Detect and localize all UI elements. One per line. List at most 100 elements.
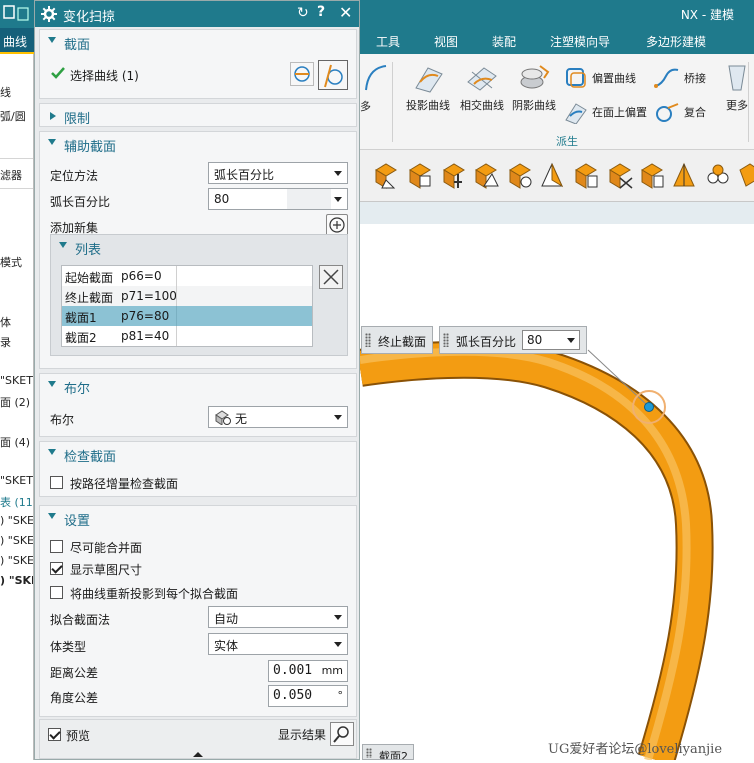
delete-button[interactable] bbox=[319, 265, 343, 289]
reproject-curves-checkbox[interactable] bbox=[50, 586, 63, 599]
nav-item[interactable]: 模式 bbox=[0, 254, 22, 270]
menu-view[interactable]: 视图 bbox=[434, 33, 458, 50]
list-item[interactable]: 起始截面 p66=0 bbox=[62, 266, 312, 286]
boolean-select[interactable]: 无 bbox=[208, 406, 348, 428]
nav-item[interactable]: 表 (11) bbox=[0, 494, 33, 510]
body-type-select[interactable]: 实体 bbox=[208, 633, 348, 655]
on-screen-handle: 终止截面 弧长百分比 80 bbox=[361, 326, 589, 354]
show-sketch-dims-checkbox[interactable] bbox=[50, 562, 63, 575]
reverse-direction-button[interactable] bbox=[290, 62, 314, 86]
intersect-curve-button[interactable]: 相交曲线 bbox=[456, 62, 508, 113]
nav-item[interactable]: ) "SKE bbox=[0, 514, 33, 527]
aux-section-header[interactable]: 辅助截面 bbox=[40, 132, 356, 156]
nav-item[interactable]: "SKET bbox=[0, 474, 33, 487]
toolbar-icon-11[interactable] bbox=[704, 160, 732, 190]
ribbon-group-derived: 派生 bbox=[556, 135, 578, 148]
nav-item[interactable]: ) "SKE bbox=[0, 534, 33, 547]
reset-icon[interactable]: ↻ bbox=[297, 5, 309, 21]
show-result-button[interactable] bbox=[330, 722, 354, 746]
toolbar-icon-10[interactable] bbox=[670, 160, 698, 190]
close-icon[interactable]: ✕ bbox=[339, 3, 352, 22]
check-section-header[interactable]: 检查截面 bbox=[40, 442, 356, 466]
section-header[interactable]: 截面 bbox=[40, 30, 356, 54]
curve-selection-button[interactable] bbox=[318, 60, 348, 90]
arc-pct-label: 弧长百分比 bbox=[50, 195, 111, 209]
help-icon[interactable]: ? bbox=[317, 4, 325, 20]
fit-method-select[interactable]: 自动 bbox=[208, 606, 348, 628]
bridge-curve-button[interactable]: 桥接 bbox=[654, 66, 706, 90]
gear-icon[interactable] bbox=[41, 6, 57, 22]
list-item[interactable]: 终止截面 p71=100 bbox=[62, 286, 312, 306]
check-section-panel: 检查截面 按路径增量检查截面 bbox=[39, 441, 357, 497]
distance-tolerance-input[interactable]: 0.001 mm bbox=[268, 660, 348, 682]
angle-tolerance-input[interactable]: 0.050 ° bbox=[268, 685, 348, 707]
select-curve-label[interactable]: 选择曲线 (1) bbox=[70, 67, 139, 84]
offset-on-face-button[interactable]: 在面上偏置 bbox=[564, 100, 647, 124]
ribbon-more-button[interactable]: 更多 bbox=[722, 62, 752, 113]
arc-pct-input[interactable]: 80 bbox=[208, 188, 348, 210]
boolean-header[interactable]: 布尔 bbox=[40, 374, 356, 398]
quick-access-icons[interactable] bbox=[0, 0, 34, 28]
menu-mold-wizard[interactable]: 注塑模向导 bbox=[550, 33, 610, 50]
boolean-label: 布尔 bbox=[50, 413, 75, 427]
nav-item[interactable]: 体 bbox=[0, 314, 11, 330]
nav-item[interactable]: 线 bbox=[0, 84, 11, 100]
list-item-selected[interactable]: 截面1 p76=80 bbox=[62, 306, 312, 326]
locate-method-select[interactable]: 弧长百分比 bbox=[208, 162, 348, 184]
nav-item[interactable]: 滤器 bbox=[0, 167, 22, 183]
toolbar-icon-8[interactable] bbox=[606, 160, 634, 190]
boolean-panel: 布尔 布尔 无 bbox=[39, 373, 357, 437]
nav-item[interactable]: "SKET bbox=[0, 374, 33, 387]
toolbar-icon-3[interactable] bbox=[440, 160, 468, 190]
ribbon-more-left[interactable]: 多 bbox=[360, 98, 371, 114]
nav-item[interactable]: 面 (4) bbox=[0, 434, 30, 450]
composite-curve-icon bbox=[656, 103, 679, 122]
dialog-titlebar[interactable]: 变化扫掠 ↻ ? ✕ bbox=[35, 1, 359, 27]
list-header[interactable]: 列表 bbox=[51, 235, 347, 259]
preview-checkbox[interactable] bbox=[48, 728, 61, 741]
toolbar-icon-12[interactable] bbox=[736, 160, 754, 190]
graphics-window[interactable] bbox=[357, 224, 754, 763]
expand-up-icon[interactable] bbox=[192, 750, 204, 758]
check-by-path-label: 按路径增量检查截面 bbox=[70, 477, 179, 491]
offset-curve-button[interactable]: 偏置曲线 bbox=[564, 66, 636, 90]
menu-tools[interactable]: 工具 bbox=[376, 33, 400, 50]
swept-tube-model[interactable] bbox=[357, 224, 754, 763]
toolbar-icon-4[interactable] bbox=[472, 160, 500, 190]
toolbar-icon-5[interactable] bbox=[506, 160, 534, 190]
menu-polygon-modeling[interactable]: 多边形建模 bbox=[646, 33, 706, 50]
app-title: NX - 建模 bbox=[680, 8, 734, 22]
toolbar-icon-1[interactable] bbox=[372, 160, 400, 190]
toolbar-icon-2[interactable] bbox=[406, 160, 434, 190]
settings-header[interactable]: 设置 bbox=[40, 506, 356, 530]
nav-item[interactable]: ) "SKI bbox=[0, 574, 33, 587]
toolbar-icon-7[interactable] bbox=[572, 160, 600, 190]
plus-circle-icon bbox=[329, 217, 345, 233]
section-handle-point[interactable] bbox=[644, 402, 654, 412]
ribbon: 多 投影曲线 相交曲线 阴影曲线 偏置曲线 在面上偏置 桥接 复合 更多 派生 bbox=[360, 54, 754, 150]
toolbar-icon-6[interactable] bbox=[538, 160, 566, 190]
section2-floating-label[interactable]: 截面2 bbox=[362, 744, 414, 760]
nav-item[interactable]: 面 (2) bbox=[0, 394, 30, 410]
check-by-path-checkbox[interactable] bbox=[50, 476, 63, 489]
nav-item[interactable]: 录 bbox=[0, 334, 11, 350]
aux-section-panel: 辅助截面 定位方法 弧长百分比 弧长百分比 80 添加新集 列表 起始截面 p66… bbox=[39, 131, 357, 369]
end-section-label-box[interactable]: 终止截面 bbox=[361, 326, 433, 354]
composite-curve-button[interactable]: 复合 bbox=[654, 100, 706, 124]
merge-faces-checkbox[interactable] bbox=[50, 540, 63, 553]
arc-pct-floating-input[interactable]: 80 bbox=[522, 330, 580, 350]
tab-curve[interactable]: 曲线 bbox=[0, 28, 34, 54]
menu-assembly[interactable]: 装配 bbox=[492, 33, 516, 50]
fit-method-label: 拟合截面法 bbox=[50, 613, 111, 627]
feature-toolbar bbox=[360, 150, 754, 202]
nav-item[interactable]: ) "SKE bbox=[0, 554, 33, 567]
project-curve-button[interactable]: 投影曲线 bbox=[402, 62, 454, 113]
add-new-set-button[interactable] bbox=[326, 214, 348, 236]
list-item[interactable]: 截面2 p81=40 bbox=[62, 326, 312, 346]
limit-header[interactable]: 限制 bbox=[40, 104, 356, 128]
nav-item[interactable]: 弧/圆 bbox=[0, 108, 26, 124]
show-result-label: 显示结果 bbox=[278, 728, 327, 742]
shadow-curve-button[interactable]: 阴影曲线 bbox=[508, 62, 560, 113]
section-list[interactable]: 起始截面 p66=0 终止截面 p71=100 截面1 p76=80 截面2 p81=4… bbox=[61, 265, 313, 347]
toolbar-icon-9[interactable] bbox=[638, 160, 666, 190]
